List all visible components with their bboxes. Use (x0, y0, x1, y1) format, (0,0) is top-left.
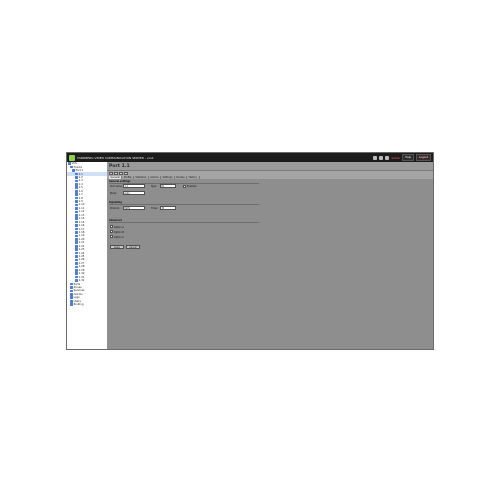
node-icon (75, 279, 78, 282)
node-icon (75, 262, 78, 265)
node-icon (75, 210, 78, 214)
option-c-checkbox[interactable] (110, 235, 113, 238)
node-icon (70, 303, 73, 306)
enabled-checkbox[interactable] (183, 184, 186, 188)
node-icon (75, 172, 78, 176)
port-name-label: Port name (110, 185, 122, 188)
node-icon (75, 265, 78, 269)
node-icon (70, 286, 73, 289)
tree-item[interactable]: Routing (67, 303, 107, 306)
node-icon (75, 186, 78, 190)
lock-icon[interactable] (373, 155, 378, 160)
node-icon (75, 196, 78, 200)
logout-button[interactable]: Logout (416, 154, 431, 161)
refresh-icon[interactable] (114, 171, 118, 176)
timer-field[interactable]: 30 (160, 206, 176, 210)
node-icon (75, 238, 78, 241)
current-user: admin (391, 155, 401, 160)
type-label: Type (151, 185, 157, 188)
apply-button[interactable]: Apply (110, 245, 124, 249)
node-icon (75, 183, 78, 186)
node-icon (68, 162, 71, 166)
application-window: TANDBERG VIDEO COMMUNICATION SERVER - vc… (66, 152, 434, 350)
node-icon (75, 272, 78, 276)
node-icon (75, 251, 78, 255)
node-icon (75, 179, 78, 183)
node-icon (75, 200, 78, 203)
node-icon (75, 224, 78, 227)
node-icon (75, 227, 78, 231)
node-icon (70, 282, 73, 286)
option-a-label: Option A (114, 225, 124, 229)
tree-item-label: Routing (73, 303, 84, 307)
node-icon (75, 244, 78, 248)
option-b-checkbox[interactable] (110, 230, 113, 233)
add-icon[interactable] (119, 171, 123, 176)
save-icon[interactable] (109, 171, 113, 176)
cancel-button[interactable]: Cancel (126, 245, 140, 249)
node-icon (75, 213, 78, 217)
option-c-label: Option C (114, 235, 124, 239)
option-a-checkbox[interactable] (110, 225, 113, 228)
node-icon (75, 176, 78, 179)
timer-label: Timer (151, 207, 158, 210)
node-icon (70, 293, 73, 296)
title-bar: TANDBERG VIDEO COMMUNICATION SERVER - vc… (67, 153, 433, 162)
protocol-field[interactable]: ISDN (123, 206, 145, 210)
node-icon (75, 217, 78, 221)
form-area: General settings Port name 1.1 Type E1 E… (107, 179, 433, 349)
node-icon (75, 193, 78, 196)
navigation-tree: VCS Trunks Port 1 1.1 1.2 1.3 1.4 1.5 1.6 1.7 1.8 1… (67, 162, 108, 349)
node-icon (70, 296, 73, 300)
app-logo-icon (69, 154, 75, 161)
node-icon (70, 299, 73, 303)
node-icon (75, 268, 78, 272)
node-icon (75, 258, 78, 262)
window-title: TANDBERG VIDEO COMMUNICATION SERVER - vc… (77, 155, 154, 160)
node-icon (75, 203, 78, 207)
delete-icon[interactable] (124, 171, 128, 176)
mode-label: Mode (110, 192, 117, 195)
node-icon (70, 289, 73, 293)
node-icon (75, 207, 78, 210)
port-name-field[interactable]: 1.1 (123, 184, 145, 188)
node-icon (75, 234, 78, 238)
settings-icon[interactable] (379, 155, 384, 160)
divider (109, 222, 259, 223)
node-icon (72, 169, 75, 172)
node-icon (75, 248, 78, 251)
info-icon[interactable] (385, 155, 390, 160)
type-field[interactable]: E1 (160, 184, 176, 188)
page-title: Port 1.1 (107, 162, 433, 171)
enabled-label: Enabled (187, 185, 197, 188)
node-icon (75, 189, 78, 193)
protocol-label: Protocol (110, 207, 120, 210)
titlebar-controls: admin Help Logout (373, 154, 431, 161)
option-b-label: Option B (114, 230, 124, 234)
help-button[interactable]: Help (402, 154, 415, 161)
node-icon (75, 231, 78, 234)
node-icon (75, 241, 78, 245)
node-icon (75, 255, 78, 258)
mode-select[interactable]: Auto (123, 191, 145, 195)
main-panel: Port 1.1 General Profile Statistics Alarms S… (107, 162, 433, 349)
divider (109, 204, 259, 205)
